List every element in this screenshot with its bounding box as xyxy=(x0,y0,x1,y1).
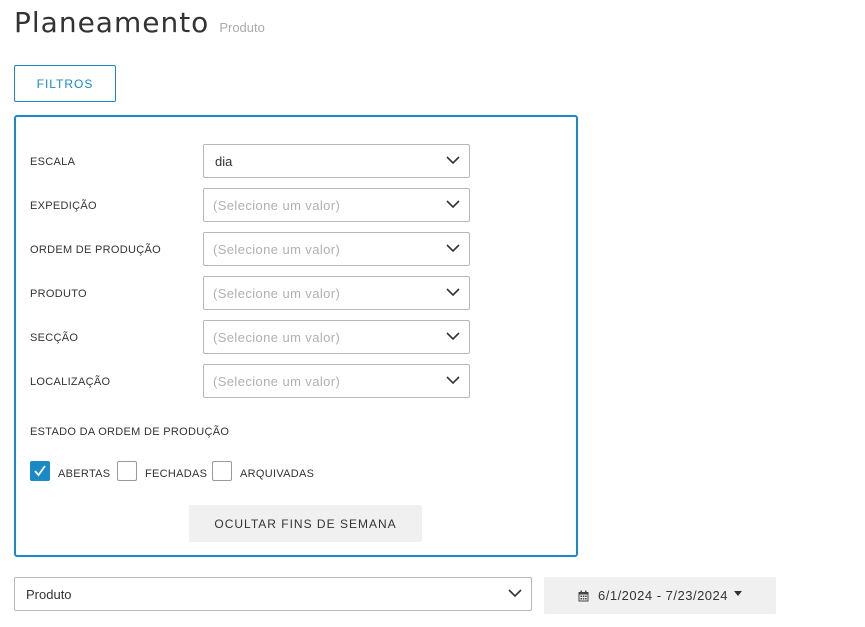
filter-row-expedicao: EXPEDIÇÃO (Selecione um valor) xyxy=(30,188,470,222)
escala-select-value: dia xyxy=(215,154,233,169)
produto-select-placeholder: (Selecione um valor) xyxy=(213,286,341,301)
ordem-producao-select-placeholder: (Selecione um valor) xyxy=(213,242,341,257)
chevron-down-icon xyxy=(446,288,460,297)
chevron-down-icon xyxy=(446,156,460,165)
filter-row-seccao: SECÇÃO (Selecione um valor) xyxy=(30,320,470,354)
filter-row-produto: PRODUTO (Selecione um valor) xyxy=(30,276,470,310)
filter-row-localizacao: LOCALIZAÇÃO (Selecione um valor) xyxy=(30,364,470,398)
page-title: Planeamento xyxy=(14,6,210,39)
view-select-value: Produto xyxy=(26,587,72,602)
produto-select[interactable]: (Selecione um valor) xyxy=(203,276,470,310)
abertas-checkbox[interactable] xyxy=(30,461,50,481)
hide-weekends-button[interactable]: OCULTAR FINS DE SEMANA xyxy=(189,505,422,542)
chevron-down-icon xyxy=(446,376,460,385)
chevron-down-icon xyxy=(508,589,522,598)
date-range-label: 6/1/2024 - 7/23/2024 xyxy=(598,588,728,603)
localizacao-select-placeholder: (Selecione um valor) xyxy=(213,374,341,389)
status-label: ESTADO DA ORDEM DE PRODUÇÃO xyxy=(30,426,230,438)
filter-label-produto: PRODUTO xyxy=(30,288,87,300)
filter-label-ordem-producao: ORDEM DE PRODUÇÃO xyxy=(30,244,161,256)
escala-select[interactable]: dia xyxy=(203,144,470,178)
filter-row-escala: ESCALA dia xyxy=(30,144,470,178)
chevron-down-icon xyxy=(446,244,460,253)
filter-panel: ESCALA dia EXPEDIÇÃO (Selecione um valor… xyxy=(14,115,578,557)
seccao-select-placeholder: (Selecione um valor) xyxy=(213,330,341,345)
date-range-picker[interactable]: 6/1/2024 - 7/23/2024 xyxy=(544,577,776,614)
status-option-arquivadas: ARQUIVADAS xyxy=(212,461,314,481)
chevron-down-icon xyxy=(446,332,460,341)
filter-label-expedicao: EXPEDIÇÃO xyxy=(30,200,97,212)
fechadas-checkbox[interactable] xyxy=(117,461,137,481)
status-option-abertas: ABERTAS xyxy=(30,461,110,481)
filter-label-escala: ESCALA xyxy=(30,156,76,168)
caret-down-icon xyxy=(734,591,742,596)
expedicao-select-placeholder: (Selecione um valor) xyxy=(213,198,341,213)
expedicao-select[interactable]: (Selecione um valor) xyxy=(203,188,470,222)
arquivadas-label: ARQUIVADAS xyxy=(240,468,315,480)
checkmark-icon xyxy=(34,465,46,477)
page-subtitle: Produto xyxy=(219,20,265,35)
filters-button[interactable]: FILTROS xyxy=(14,65,116,102)
localizacao-select[interactable]: (Selecione um valor) xyxy=(203,364,470,398)
filter-row-ordem-producao: ORDEM DE PRODUÇÃO (Selecione um valor) xyxy=(30,232,470,266)
status-option-fechadas: FECHADAS xyxy=(117,461,207,481)
page-header: Planeamento Produto xyxy=(14,6,265,39)
ordem-producao-select[interactable]: (Selecione um valor) xyxy=(203,232,470,266)
chevron-down-icon xyxy=(446,200,460,209)
calendar-icon xyxy=(578,590,589,601)
view-select[interactable]: Produto xyxy=(14,577,532,611)
abertas-label: ABERTAS xyxy=(58,468,111,480)
fechadas-label: FECHADAS xyxy=(145,468,208,480)
seccao-select[interactable]: (Selecione um valor) xyxy=(203,320,470,354)
arquivadas-checkbox[interactable] xyxy=(212,461,232,481)
filter-label-seccao: SECÇÃO xyxy=(30,332,79,344)
filter-label-localizacao: LOCALIZAÇÃO xyxy=(30,376,111,388)
